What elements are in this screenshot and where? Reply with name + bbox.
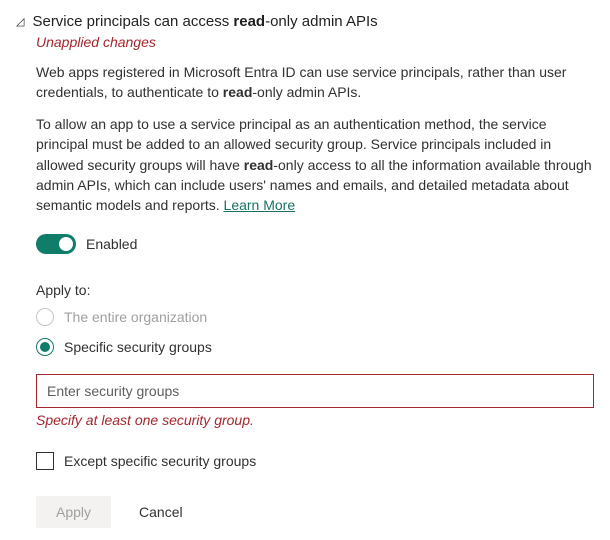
- radio-icon: [36, 338, 54, 356]
- except-groups-checkbox-row[interactable]: Except specific security groups: [36, 452, 594, 470]
- checkbox-icon: [36, 452, 54, 470]
- title-bold: read: [233, 13, 265, 30]
- checkbox-label-except: Except specific security groups: [64, 453, 256, 469]
- description-1: Web apps registered in Microsoft Entra I…: [36, 62, 594, 103]
- radio-icon: [36, 308, 54, 326]
- radio-label-entire: The entire organization: [64, 309, 207, 325]
- toggle-label: Enabled: [86, 236, 137, 252]
- description-2: To allow an app to use a service princip…: [36, 114, 594, 215]
- security-groups-input[interactable]: [36, 374, 594, 408]
- cancel-button[interactable]: Cancel: [135, 496, 187, 528]
- unapplied-changes-label: Unapplied changes: [36, 34, 594, 50]
- learn-more-link[interactable]: Learn More: [224, 197, 296, 213]
- title-post: -only admin APIs: [265, 13, 378, 30]
- radio-specific-groups[interactable]: Specific security groups: [36, 338, 594, 356]
- apply-to-label: Apply to:: [36, 282, 594, 298]
- radio-label-specific: Specific security groups: [64, 339, 212, 355]
- enabled-toggle[interactable]: [36, 234, 76, 254]
- apply-button: Apply: [36, 496, 111, 528]
- toggle-knob-icon: [59, 237, 73, 251]
- title-pre: Service principals can access: [32, 13, 233, 30]
- section-title: Service principals can access read-only …: [32, 12, 594, 32]
- radio-entire-organization: The entire organization: [36, 308, 594, 326]
- validation-message: Specify at least one security group.: [36, 412, 594, 428]
- collapse-icon[interactable]: ◿: [16, 15, 24, 28]
